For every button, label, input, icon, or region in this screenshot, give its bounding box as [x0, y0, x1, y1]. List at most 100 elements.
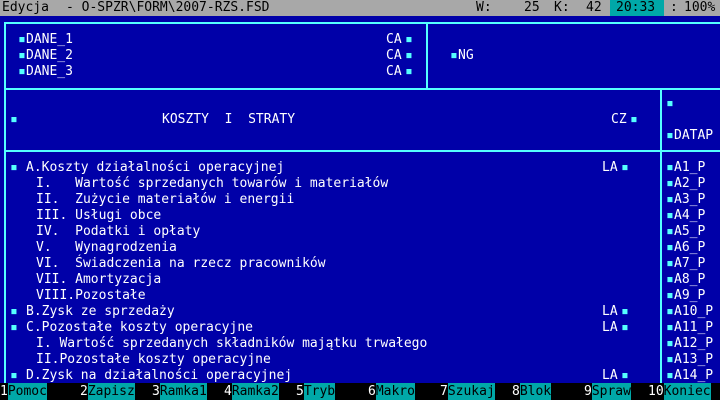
w-label: W: — [476, 0, 492, 15]
field-dane-1[interactable]: DANE_1 — [26, 32, 73, 48]
code-marker: ▪ — [666, 256, 674, 271]
row-type: LA — [602, 320, 618, 335]
title-bar: Edycja - O-SPZR\FORM\2007-RZS.FSD W: 25 … — [0, 0, 720, 16]
fkey-num: 2 — [80, 383, 88, 400]
frame-section-bottom — [4, 150, 720, 152]
row-label[interactable]: VIII.Pozostałe — [36, 288, 146, 304]
frame-ng-divider — [426, 22, 428, 88]
code-marker: ▪ — [666, 352, 674, 367]
fkey-label: Pomoc — [7, 383, 47, 400]
field-ng[interactable]: NG — [458, 48, 474, 64]
code-marker: ▪ — [666, 320, 674, 335]
row-label[interactable]: V. Wynagrodzenia — [36, 240, 177, 256]
edit-mode-label: Edycja — [2, 0, 49, 15]
row-marker: ▪ — [10, 304, 18, 319]
frame-left — [4, 22, 6, 383]
field-dane-3-type: CA — [386, 64, 402, 79]
separator-glyph: : — [670, 0, 678, 15]
field-dane-3[interactable]: DANE_3 — [26, 64, 73, 80]
code-marker: ▪ — [666, 208, 674, 223]
row-code[interactable]: A5_P — [674, 224, 705, 240]
fkey-6-makro[interactable]: 6Makro — [368, 383, 415, 400]
row-label[interactable]: B.Zysk ze sprzedaży — [26, 304, 175, 320]
fkey-num: 6 — [368, 383, 376, 400]
code-marker: ▪ — [666, 368, 674, 383]
fkey-label: Koniec — [663, 383, 711, 400]
fkey-7-szukaj[interactable]: 7Szukaj — [440, 383, 495, 400]
code-marker: ▪ — [666, 272, 674, 287]
code-marker: ▪ — [666, 288, 674, 303]
frame-right-column — [660, 88, 662, 383]
fkey-num: 10 — [648, 383, 664, 400]
field-marker: ▪ — [450, 48, 458, 63]
row-code[interactable]: A7_P — [674, 256, 705, 272]
row-marker: ▪ — [10, 320, 18, 335]
fkey-label: Makro — [375, 383, 415, 400]
fkey-num: 1 — [0, 383, 8, 400]
fkey-label: Spraw — [591, 383, 631, 400]
field-dane-1-type: CA — [386, 32, 402, 47]
fkey-label: Szukaj — [447, 383, 495, 400]
row-label[interactable]: III. Usługi obce — [36, 208, 161, 224]
code-marker: ▪ — [666, 304, 674, 319]
row-label[interactable]: D.Zysk na działalności operacyjnej — [26, 368, 292, 384]
field-dane-2[interactable]: DANE_2 — [26, 48, 73, 64]
row-code[interactable]: A9_P — [674, 288, 705, 304]
field-marker: ▪ — [18, 64, 26, 79]
code-marker: ▪ — [666, 240, 674, 255]
row-code[interactable]: A13_P — [674, 352, 713, 368]
function-key-bar: 1Pomoc 2Zapisz 3Ramka1 4Ramka2 5Tryb 6Ma… — [0, 383, 720, 400]
field-dane-2-type: CA — [386, 48, 402, 63]
row-end-marker: ▪ — [621, 368, 629, 383]
section-title[interactable]: KOSZTY I STRATY — [162, 112, 295, 128]
fkey-9-spraw[interactable]: 9Spraw — [584, 383, 631, 400]
row-label[interactable]: IV. Podatki i opłaty — [36, 224, 200, 240]
frame-top — [4, 22, 720, 24]
code-marker: ▪ — [666, 224, 674, 239]
row-label[interactable]: II.Pozostałe koszty operacyjne — [36, 352, 271, 368]
w-value: 25 — [524, 0, 540, 15]
row-label[interactable]: I. Wartość sprzedanych towarów i materia… — [36, 176, 388, 192]
fkey-10-koniec[interactable]: 10Koniec — [648, 383, 711, 400]
clock-box: 20:33 — [610, 0, 664, 16]
field-end-marker: ▪ — [630, 112, 638, 127]
fkey-num: 4 — [224, 383, 232, 400]
fkey-4-ramka2[interactable]: 4Ramka2 — [224, 383, 279, 400]
row-label[interactable]: I. Wartość sprzedanych składników majątk… — [36, 336, 427, 352]
row-code[interactable]: A2_P — [674, 176, 705, 192]
field-datap[interactable]: DATAP — [674, 128, 713, 144]
fkey-num: 8 — [512, 383, 520, 400]
k-label: K: — [554, 0, 570, 15]
row-code[interactable]: A14_P — [674, 368, 713, 384]
code-marker: ▪ — [666, 176, 674, 191]
fkey-2-zapisz[interactable]: 2Zapisz — [80, 383, 135, 400]
field-end-marker: ▪ — [405, 32, 413, 47]
row-end-marker: ▪ — [621, 304, 629, 319]
frame-mid — [4, 88, 720, 90]
field-marker: ▪ — [10, 112, 18, 127]
fkey-5-tryb[interactable]: 5Tryb — [296, 383, 336, 400]
row-code[interactable]: A6_P — [674, 240, 705, 256]
row-type: LA — [602, 304, 618, 319]
row-code[interactable]: A1_P — [674, 160, 705, 176]
fkey-1-pomoc[interactable]: 1Pomoc — [0, 383, 47, 400]
fkey-num: 5 — [296, 383, 304, 400]
row-label[interactable]: VI. Świadczenia na rzecz pracowników — [36, 256, 326, 272]
row-code[interactable]: A3_P — [674, 192, 705, 208]
row-code[interactable]: A8_P — [674, 272, 705, 288]
row-code[interactable]: A4_P — [674, 208, 705, 224]
row-label[interactable]: A.Koszty działalności operacyjnej — [26, 160, 284, 176]
row-code[interactable]: A12_P — [674, 336, 713, 352]
fkey-3-ramka1[interactable]: 3Ramka1 — [152, 383, 207, 400]
row-code[interactable]: A10_P — [674, 304, 713, 320]
field-marker: ▪ — [18, 48, 26, 63]
row-label[interactable]: VII. Amortyzacja — [36, 272, 161, 288]
fkey-8-blok[interactable]: 8Blok — [512, 383, 552, 400]
row-label[interactable]: C.Pozostałe koszty operacyjne — [26, 320, 253, 336]
field-marker: ▪ — [666, 128, 674, 143]
row-end-marker: ▪ — [621, 320, 629, 335]
row-code[interactable]: A11_P — [674, 320, 713, 336]
fkey-num: 3 — [152, 383, 160, 400]
clock: 20:33 — [616, 0, 656, 15]
row-label[interactable]: II. Zużycie materiałów i energii — [36, 192, 294, 208]
